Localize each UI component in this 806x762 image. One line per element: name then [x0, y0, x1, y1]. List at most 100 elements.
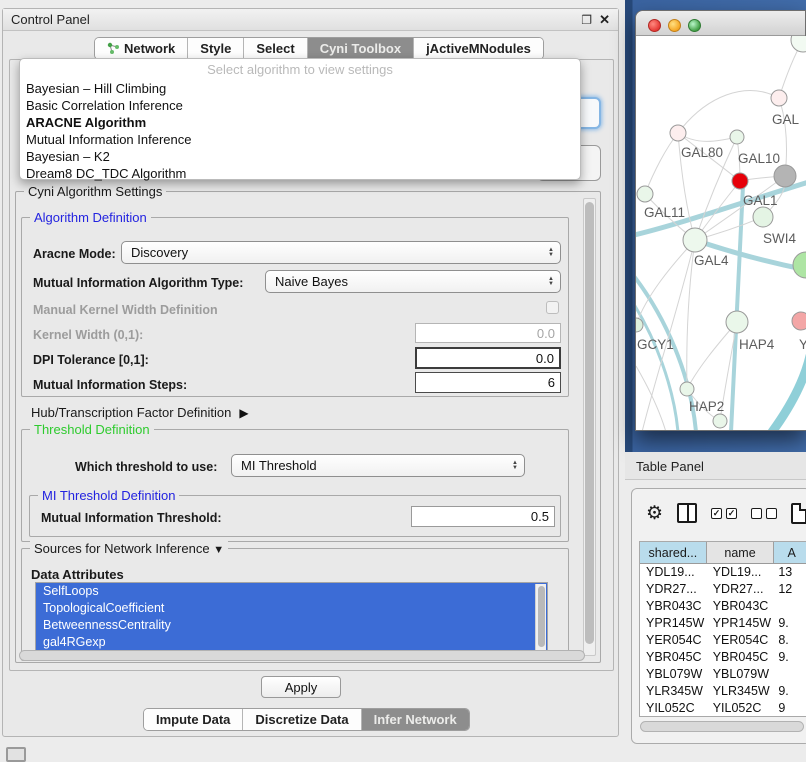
cell: YPR145W — [640, 615, 707, 632]
mi-algorithm-type-combobox[interactable]: Naive Bayes ▲▼ — [265, 270, 561, 293]
network-view-window[interactable]: GAL GAL80 GAL10 GAL1 GAL11 SWI4 GAL4 GCY… — [635, 10, 806, 431]
manual-kernel-width-checkbox[interactable] — [546, 301, 559, 314]
table-row[interactable]: YLR345W YLR345W 9. — [640, 683, 806, 700]
desktop-background: GAL GAL80 GAL10 GAL1 GAL11 SWI4 GAL4 GCY… — [625, 0, 806, 452]
table-row[interactable]: YDL19... YDL19... 13 — [640, 564, 806, 581]
mac-zoom-button[interactable] — [688, 19, 701, 32]
table-row[interactable]: YPR145W YPR145W 9. — [640, 615, 806, 632]
table-row[interactable]: YBR043C YBR043C — [640, 598, 806, 615]
tab-impute-data[interactable]: Impute Data — [144, 709, 243, 730]
table-row[interactable]: YER054C YER054C 8. — [640, 632, 806, 649]
settings-horizontal-scrollbar[interactable] — [19, 650, 585, 661]
cyni-algorithm-settings-title: Cyni Algorithm Settings — [24, 184, 166, 199]
tab-discretize-data[interactable]: Discretize Data — [243, 709, 361, 730]
mi-steps-field[interactable]: 6 — [415, 372, 561, 393]
tab-select[interactable]: Select — [244, 38, 307, 59]
data-attributes-list[interactable]: SelfLoops TopologicalCoefficient Between… — [35, 582, 548, 658]
tab-jactivemnodules[interactable]: jActiveMNodules — [414, 38, 543, 59]
list-item-selfloops[interactable]: SelfLoops — [36, 583, 547, 600]
table-horizontal-scrollbar[interactable] — [640, 721, 804, 732]
mac-minimize-button[interactable] — [668, 19, 681, 32]
list-vertical-scrollbar[interactable] — [535, 584, 546, 656]
unselect-all-columns-icon[interactable] — [751, 508, 777, 519]
gear-icon[interactable]: ⚙ — [646, 502, 663, 525]
cell: 12 — [774, 581, 806, 598]
cyni-bottom-tabbar: Impute Data Discretize Data Infer Networ… — [143, 708, 470, 731]
network-window-titlebar[interactable] — [636, 11, 805, 36]
label-gal4: GAL4 — [694, 253, 729, 268]
column-header-name[interactable]: name — [707, 542, 775, 563]
node-gal80[interactable] — [670, 125, 686, 141]
control-panel-title: Control Panel — [11, 12, 90, 27]
list-vertical-scrollbar-thumb[interactable] — [538, 586, 545, 647]
network-canvas[interactable]: GAL GAL80 GAL10 GAL1 GAL11 SWI4 GAL4 GCY… — [636, 36, 806, 430]
mac-close-button[interactable] — [648, 19, 661, 32]
node-gal-partial[interactable] — [771, 90, 787, 106]
label-gal1: GAL1 — [743, 193, 778, 208]
popup-item-mutual-information[interactable]: Mutual Information Inference — [24, 131, 574, 148]
table-row[interactable]: YBL079W YBL079W — [640, 666, 806, 683]
export-table-icon[interactable] — [791, 503, 806, 524]
node-partial-bottom[interactable] — [713, 414, 727, 428]
node-hap2[interactable] — [680, 382, 694, 396]
table-row[interactable]: YBR045C YBR045C 9. — [640, 649, 806, 666]
kernel-width-label: Kernel Width (0,1): — [33, 328, 143, 342]
settings-vertical-scrollbar-thumb[interactable] — [585, 202, 594, 644]
popup-item-basic-correlation[interactable]: Basic Correlation Inference — [24, 97, 574, 114]
checked-box-icon: ✓ — [711, 508, 722, 519]
combo-spinner-icon: ▲▼ — [548, 277, 554, 287]
tab-infer-network[interactable]: Infer Network — [362, 709, 469, 730]
node-gal11[interactable] — [637, 186, 653, 202]
popup-item-bayesian-hill-climbing[interactable]: Bayesian – Hill Climbing — [24, 80, 574, 97]
tab-style[interactable]: Style — [188, 38, 244, 59]
popup-item-aracne[interactable]: ARACNE Algorithm — [24, 114, 574, 131]
column-header-partial[interactable]: A — [774, 542, 806, 563]
list-item-topologicalcoefficient[interactable]: TopologicalCoefficient — [36, 600, 547, 617]
table-row[interactable]: YIL052C YIL052C 9 — [640, 700, 806, 717]
cell: YBR045C — [707, 649, 775, 666]
cell: 8. — [774, 632, 806, 649]
node-hap4[interactable] — [726, 311, 748, 333]
settings-vertical-scrollbar[interactable] — [583, 198, 596, 656]
minimized-panel-icon[interactable] — [6, 747, 26, 762]
which-threshold-combobox[interactable]: MI Threshold ▲▼ — [231, 454, 525, 477]
label-y-partial: Y — [799, 337, 806, 352]
list-item-gal4rgexp[interactable]: gal4RGexp — [36, 634, 547, 651]
node-gal4[interactable] — [683, 228, 707, 252]
tab-cyni-toolbox[interactable]: Cyni Toolbox — [308, 38, 414, 59]
node-partial-top[interactable] — [791, 36, 806, 52]
columns-icon[interactable] — [677, 503, 697, 523]
collapse-down-icon[interactable]: ▼ — [213, 544, 224, 556]
tab-network[interactable]: Network — [95, 38, 188, 59]
column-header-shared-name[interactable]: shared... — [640, 542, 707, 563]
table-panel-titlebar[interactable]: Table Panel — [625, 452, 806, 480]
list-item-betweennesscentrality[interactable]: BetweennessCentrality — [36, 617, 547, 634]
node-table[interactable]: shared... name A YDL19... YDL19... 13 YD… — [639, 541, 806, 717]
dpi-tolerance-field[interactable]: 0.0 — [415, 347, 561, 369]
apply-button[interactable]: Apply — [261, 676, 341, 698]
node-red-gal1[interactable] — [732, 173, 748, 189]
node-gray-gal10[interactable] — [774, 165, 796, 187]
node-salmon[interactable] — [792, 312, 806, 330]
cell: YDR27... — [640, 581, 707, 598]
float-window-icon[interactable]: ❐ — [581, 13, 592, 27]
mi-threshold-field[interactable]: 0.5 — [411, 506, 555, 527]
kernel-width-field[interactable]: 0.0 — [415, 323, 561, 343]
node-right-green[interactable] — [793, 252, 806, 278]
select-all-columns-icon[interactable]: ✓ ✓ — [711, 508, 737, 519]
table-row[interactable]: YDR27... YDR27... 12 — [640, 581, 806, 598]
aracne-mode-label: Aracne Mode: — [33, 247, 116, 261]
close-icon[interactable]: ✕ — [599, 12, 610, 28]
expand-right-icon[interactable]: ▶ — [239, 406, 248, 420]
aracne-mode-combobox[interactable]: Discovery ▲▼ — [121, 241, 561, 264]
cell: 13 — [774, 564, 806, 581]
popup-item-bayesian-k2[interactable]: Bayesian – K2 — [24, 148, 574, 165]
label-hap2: HAP2 — [689, 399, 724, 414]
hub-definition-toggle[interactable]: Hub/Transcription Factor Definition▶ — [31, 405, 249, 420]
cell: YBR045C — [640, 649, 707, 666]
control-panel-titlebar[interactable]: Control Panel ❐ ✕ — [3, 9, 618, 31]
node-near-gal10[interactable] — [730, 130, 744, 144]
popup-item-dream8[interactable]: Dream8 DC_TDC Algorithm — [24, 165, 574, 182]
node-below-gal1[interactable] — [753, 207, 773, 227]
teal-strong-edge — [772, 356, 806, 430]
